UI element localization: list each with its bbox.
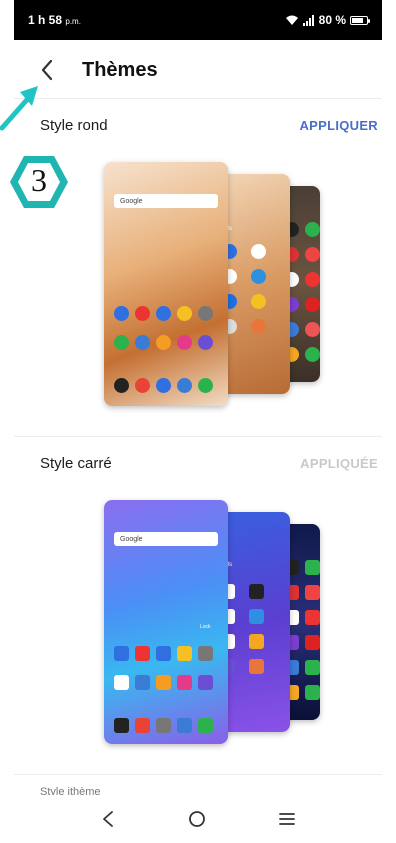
lock-label: Lock (200, 624, 211, 630)
preview-screen-front: Google (104, 162, 228, 406)
signal-icon (302, 14, 314, 26)
status-bar: 1 h 58 p.m. 80 % (14, 0, 382, 40)
theme-preview-square[interactable]: Tools Google Lock (14, 490, 382, 750)
applied-status: APPLIQUÉE (300, 455, 378, 471)
apply-button[interactable]: APPLIQUER (299, 118, 378, 133)
google-label: Google (120, 197, 143, 205)
theme-label: Style rond (40, 116, 108, 134)
google-search-preview: Google (114, 194, 218, 208)
step-number: 3 (31, 162, 47, 198)
nav-home-icon[interactable] (187, 809, 207, 829)
battery-icon (350, 15, 370, 25)
google-label: Google (120, 535, 143, 543)
battery-percent: 80 % (318, 13, 346, 27)
annotation-arrow-icon (0, 86, 38, 131)
chevron-left-icon (41, 59, 53, 81)
wifi-icon (285, 15, 298, 25)
nav-back-icon[interactable] (100, 809, 116, 829)
google-search-preview: Google (114, 532, 218, 546)
phone-screen: 1 h 58 p.m. 80 % Thèmes Style rond APPLI… (14, 0, 382, 843)
header-divider (14, 98, 382, 99)
system-nav-bar (14, 795, 382, 843)
clock-suffix: p.m. (65, 17, 81, 26)
theme-row-round[interactable]: Style rond APPLIQUER (14, 107, 382, 143)
page-title: Thèmes (82, 58, 158, 81)
status-time: 1 h 58 p.m. (28, 13, 81, 27)
theme-divider (14, 774, 382, 775)
preview-screen-front: Google Lock (104, 500, 228, 744)
nav-menu-icon[interactable] (278, 811, 296, 827)
theme-label: Style carré (40, 454, 112, 472)
clock-text: 1 h 58 (28, 13, 63, 27)
step-badge: 3 (8, 152, 70, 212)
theme-divider (14, 436, 382, 437)
theme-row-square[interactable]: Style carré APPLIQUÉE (14, 445, 382, 481)
page-header: Thèmes (14, 44, 382, 96)
status-icons: 80 % (285, 13, 370, 27)
